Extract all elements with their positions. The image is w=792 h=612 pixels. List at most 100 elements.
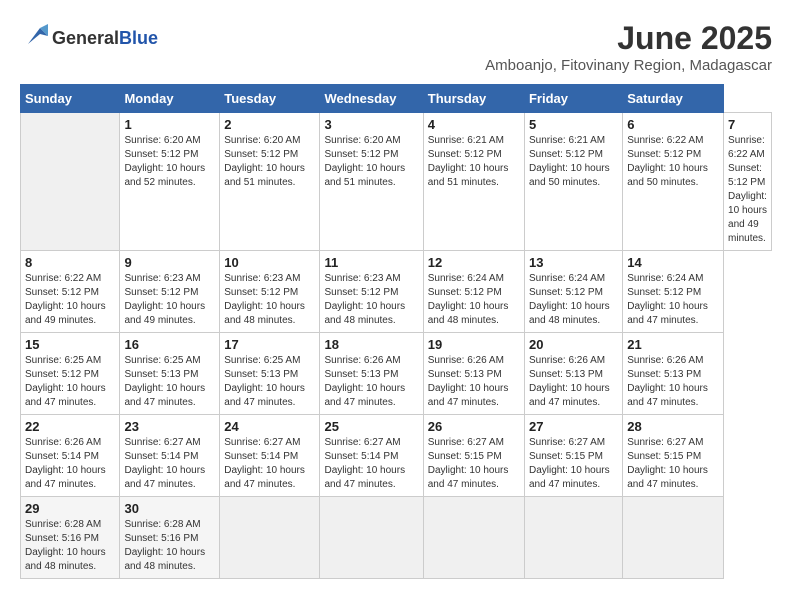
table-row [524, 497, 622, 579]
table-row: 7 Sunrise: 6:22 AM Sunset: 5:12 PM Daylig… [724, 113, 772, 251]
day-number: 23 [124, 419, 215, 434]
table-row: 30Sunrise: 6:28 AM Sunset: 5:16 PM Dayli… [120, 497, 220, 579]
day-number: 17 [224, 337, 315, 352]
table-row: 20Sunrise: 6:26 AM Sunset: 5:13 PM Dayli… [524, 333, 622, 415]
table-row: 16 Sunrise: 6:25 AM Sunset: 5:13 PM Dayli… [120, 333, 220, 415]
month-year: June 2025 [485, 20, 772, 57]
day-info: Sunrise: 6:28 AM Sunset: 5:16 PM Dayligh… [25, 518, 115, 574]
weekday-header-saturday: Saturday [623, 85, 724, 113]
day-info: Sunrise: 6:26 AM Sunset: 5:14 PM Dayligh… [25, 436, 115, 492]
logo: GeneralBlue [20, 20, 158, 57]
table-row: 14 Sunrise: 6:24 AM Sunset: 5:12 PM Dayli… [623, 251, 724, 333]
day-info: Sunrise: 6:26 AM Sunset: 5:13 PM Dayligh… [428, 354, 520, 410]
day-number: 15 [25, 337, 115, 352]
day-number: 18 [324, 337, 418, 352]
table-row [220, 497, 320, 579]
day-info: Sunrise: 6:22 AM Sunset: 5:12 PM Dayligh… [25, 272, 115, 328]
weekday-header-sunday: Sunday [21, 85, 120, 113]
day-number: 16 [124, 337, 215, 352]
day-info: Sunrise: 6:26 AM Sunset: 5:13 PM Dayligh… [627, 354, 719, 410]
table-row: 21Sunrise: 6:26 AM Sunset: 5:13 PM Dayli… [623, 333, 724, 415]
day-info: Sunrise: 6:21 AM Sunset: 5:12 PM Dayligh… [428, 134, 520, 190]
table-row: 22 Sunrise: 6:26 AM Sunset: 5:14 PM Dayli… [21, 415, 120, 497]
table-row: 15 Sunrise: 6:25 AM Sunset: 5:12 PM Dayli… [21, 333, 120, 415]
table-row [21, 113, 120, 251]
day-info: Sunrise: 6:24 AM Sunset: 5:12 PM Dayligh… [428, 272, 520, 328]
logo-general-text: General [52, 28, 119, 48]
table-row: 24Sunrise: 6:27 AM Sunset: 5:14 PM Dayli… [220, 415, 320, 497]
table-row [320, 497, 423, 579]
day-number: 13 [529, 255, 618, 270]
day-number: 22 [25, 419, 115, 434]
day-number: 26 [428, 419, 520, 434]
day-info: Sunrise: 6:22 AM Sunset: 5:12 PM Dayligh… [728, 134, 767, 246]
day-number: 6 [627, 117, 719, 132]
day-info: Sunrise: 6:23 AM Sunset: 5:12 PM Dayligh… [124, 272, 215, 328]
weekday-header-row: SundayMondayTuesdayWednesdayThursdayFrid… [21, 85, 772, 113]
day-info: Sunrise: 6:24 AM Sunset: 5:12 PM Dayligh… [627, 272, 719, 328]
logo-blue-text: Blue [119, 28, 158, 48]
day-info: Sunrise: 6:27 AM Sunset: 5:15 PM Dayligh… [627, 436, 719, 492]
day-number: 10 [224, 255, 315, 270]
table-row: 11 Sunrise: 6:23 AM Sunset: 5:12 PM Dayli… [320, 251, 423, 333]
week-row-3: 15 Sunrise: 6:25 AM Sunset: 5:12 PM Dayli… [21, 333, 772, 415]
day-info: Sunrise: 6:23 AM Sunset: 5:12 PM Dayligh… [224, 272, 315, 328]
table-row: 6 Sunrise: 6:22 AM Sunset: 5:12 PM Daylig… [623, 113, 724, 251]
day-info: Sunrise: 6:24 AM Sunset: 5:12 PM Dayligh… [529, 272, 618, 328]
table-row: 5 Sunrise: 6:21 AM Sunset: 5:12 PM Daylig… [524, 113, 622, 251]
day-number: 1 [124, 117, 215, 132]
day-number: 8 [25, 255, 115, 270]
day-number: 19 [428, 337, 520, 352]
weekday-header-friday: Friday [524, 85, 622, 113]
day-info: Sunrise: 6:21 AM Sunset: 5:12 PM Dayligh… [529, 134, 618, 190]
day-number: 2 [224, 117, 315, 132]
calendar: SundayMondayTuesdayWednesdayThursdayFrid… [20, 84, 772, 579]
day-number: 14 [627, 255, 719, 270]
week-row-1: 1 Sunrise: 6:20 AM Sunset: 5:12 PM Daylig… [21, 113, 772, 251]
logo-icon [20, 20, 52, 57]
table-row: 12 Sunrise: 6:24 AM Sunset: 5:12 PM Dayli… [423, 251, 524, 333]
day-number: 5 [529, 117, 618, 132]
day-info: Sunrise: 6:27 AM Sunset: 5:14 PM Dayligh… [224, 436, 315, 492]
day-number: 29 [25, 501, 115, 516]
table-row: 1Sunrise: 6:20 AM Sunset: 5:12 PM Daylig… [120, 113, 220, 251]
table-row: 13 Sunrise: 6:24 AM Sunset: 5:12 PM Dayli… [524, 251, 622, 333]
table-row: 3Sunrise: 6:20 AM Sunset: 5:12 PM Daylig… [320, 113, 423, 251]
table-row: 18Sunrise: 6:26 AM Sunset: 5:13 PM Dayli… [320, 333, 423, 415]
week-row-2: 8 Sunrise: 6:22 AM Sunset: 5:12 PM Daylig… [21, 251, 772, 333]
day-info: Sunrise: 6:27 AM Sunset: 5:15 PM Dayligh… [428, 436, 520, 492]
day-number: 4 [428, 117, 520, 132]
location: Amboanjo, Fitovinany Region, Madagascar [485, 57, 772, 74]
day-info: Sunrise: 6:20 AM Sunset: 5:12 PM Dayligh… [324, 134, 418, 190]
table-row: 29 Sunrise: 6:28 AM Sunset: 5:16 PM Dayli… [21, 497, 120, 579]
weekday-header-wednesday: Wednesday [320, 85, 423, 113]
day-number: 11 [324, 255, 418, 270]
weekday-header-tuesday: Tuesday [220, 85, 320, 113]
day-number: 9 [124, 255, 215, 270]
table-row: 8 Sunrise: 6:22 AM Sunset: 5:12 PM Daylig… [21, 251, 120, 333]
day-info: Sunrise: 6:23 AM Sunset: 5:12 PM Dayligh… [324, 272, 418, 328]
weekday-header-monday: Monday [120, 85, 220, 113]
weekday-header-thursday: Thursday [423, 85, 524, 113]
day-info: Sunrise: 6:25 AM Sunset: 5:13 PM Dayligh… [224, 354, 315, 410]
day-info: Sunrise: 6:25 AM Sunset: 5:13 PM Dayligh… [124, 354, 215, 410]
table-row: 4 Sunrise: 6:21 AM Sunset: 5:12 PM Daylig… [423, 113, 524, 251]
day-info: Sunrise: 6:28 AM Sunset: 5:16 PM Dayligh… [124, 518, 215, 574]
table-row [423, 497, 524, 579]
day-number: 28 [627, 419, 719, 434]
day-info: Sunrise: 6:27 AM Sunset: 5:14 PM Dayligh… [324, 436, 418, 492]
table-row: 2 Sunrise: 6:20 AM Sunset: 5:12 PM Daylig… [220, 113, 320, 251]
header: GeneralBlue June 2025 Amboanjo, Fitovina… [20, 20, 772, 74]
table-row: 9 Sunrise: 6:23 AM Sunset: 5:12 PM Daylig… [120, 251, 220, 333]
table-row: 19 Sunrise: 6:26 AM Sunset: 5:13 PM Dayli… [423, 333, 524, 415]
day-number: 25 [324, 419, 418, 434]
day-info: Sunrise: 6:25 AM Sunset: 5:12 PM Dayligh… [25, 354, 115, 410]
day-number: 7 [728, 117, 767, 132]
table-row: 17 Sunrise: 6:25 AM Sunset: 5:13 PM Dayli… [220, 333, 320, 415]
day-number: 12 [428, 255, 520, 270]
day-number: 27 [529, 419, 618, 434]
table-row [623, 497, 724, 579]
day-number: 20 [529, 337, 618, 352]
day-info: Sunrise: 6:20 AM Sunset: 5:12 PM Dayligh… [224, 134, 315, 190]
day-info: Sunrise: 6:22 AM Sunset: 5:12 PM Dayligh… [627, 134, 719, 190]
